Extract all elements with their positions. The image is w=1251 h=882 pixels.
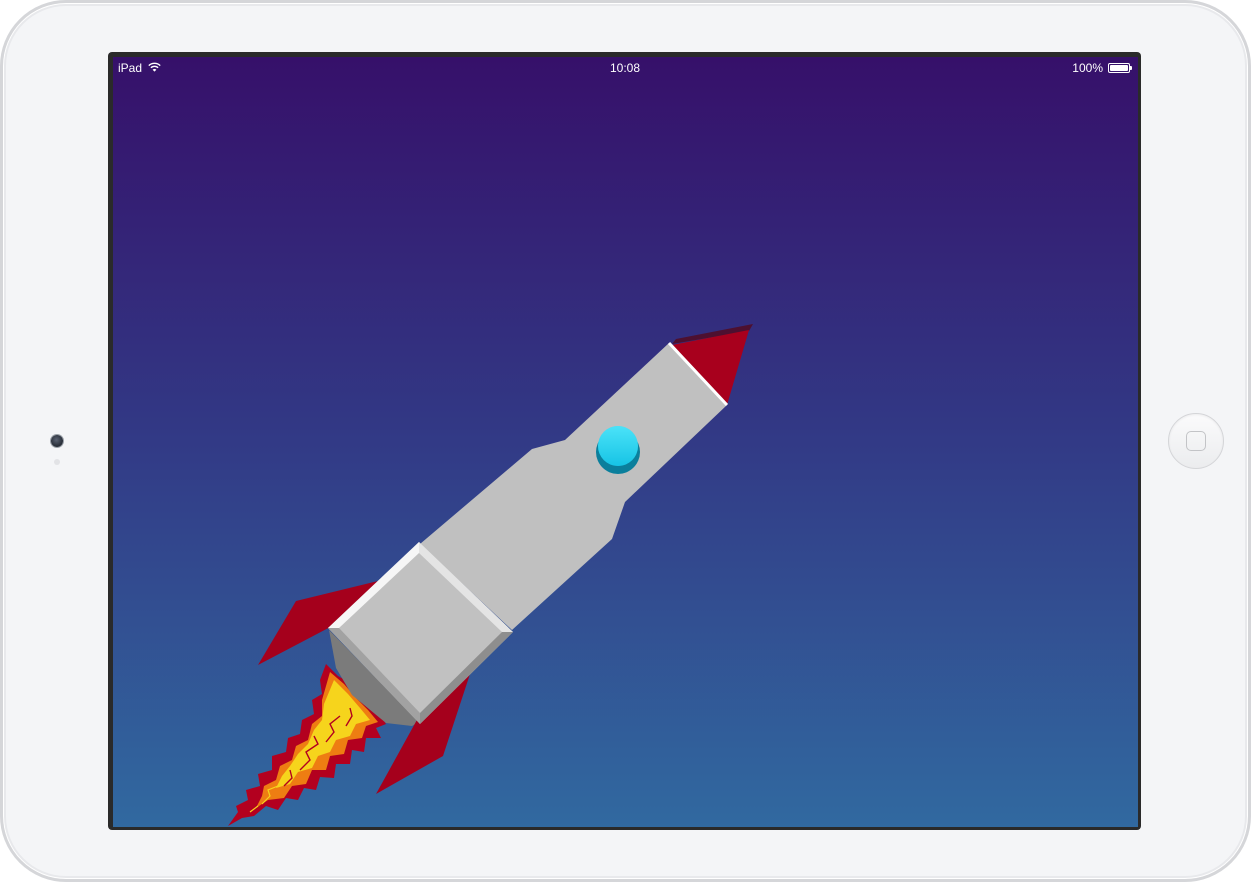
camera-icon <box>51 435 63 447</box>
porthole-shine <box>598 426 638 466</box>
battery-fill <box>1110 65 1128 71</box>
battery-icon <box>1108 63 1133 73</box>
ipad-screen: iPad 10:08 100% <box>113 57 1138 827</box>
home-button-icon <box>1186 431 1206 451</box>
battery-percent: 100% <box>1072 61 1103 75</box>
status-bar: iPad 10:08 100% <box>113 57 1138 79</box>
wifi-icon <box>148 62 161 72</box>
rocket-body <box>420 343 727 630</box>
rocket-icon <box>228 324 753 826</box>
home-button[interactable] <box>1168 413 1224 469</box>
carrier-label: iPad <box>118 61 143 75</box>
battery-nub <box>1130 66 1132 70</box>
ipad-device: iPad 10:08 100% <box>0 0 1251 882</box>
battery-outline <box>1108 63 1130 73</box>
clock-time: 10:08 <box>609 61 641 75</box>
light-sensor <box>54 459 60 465</box>
